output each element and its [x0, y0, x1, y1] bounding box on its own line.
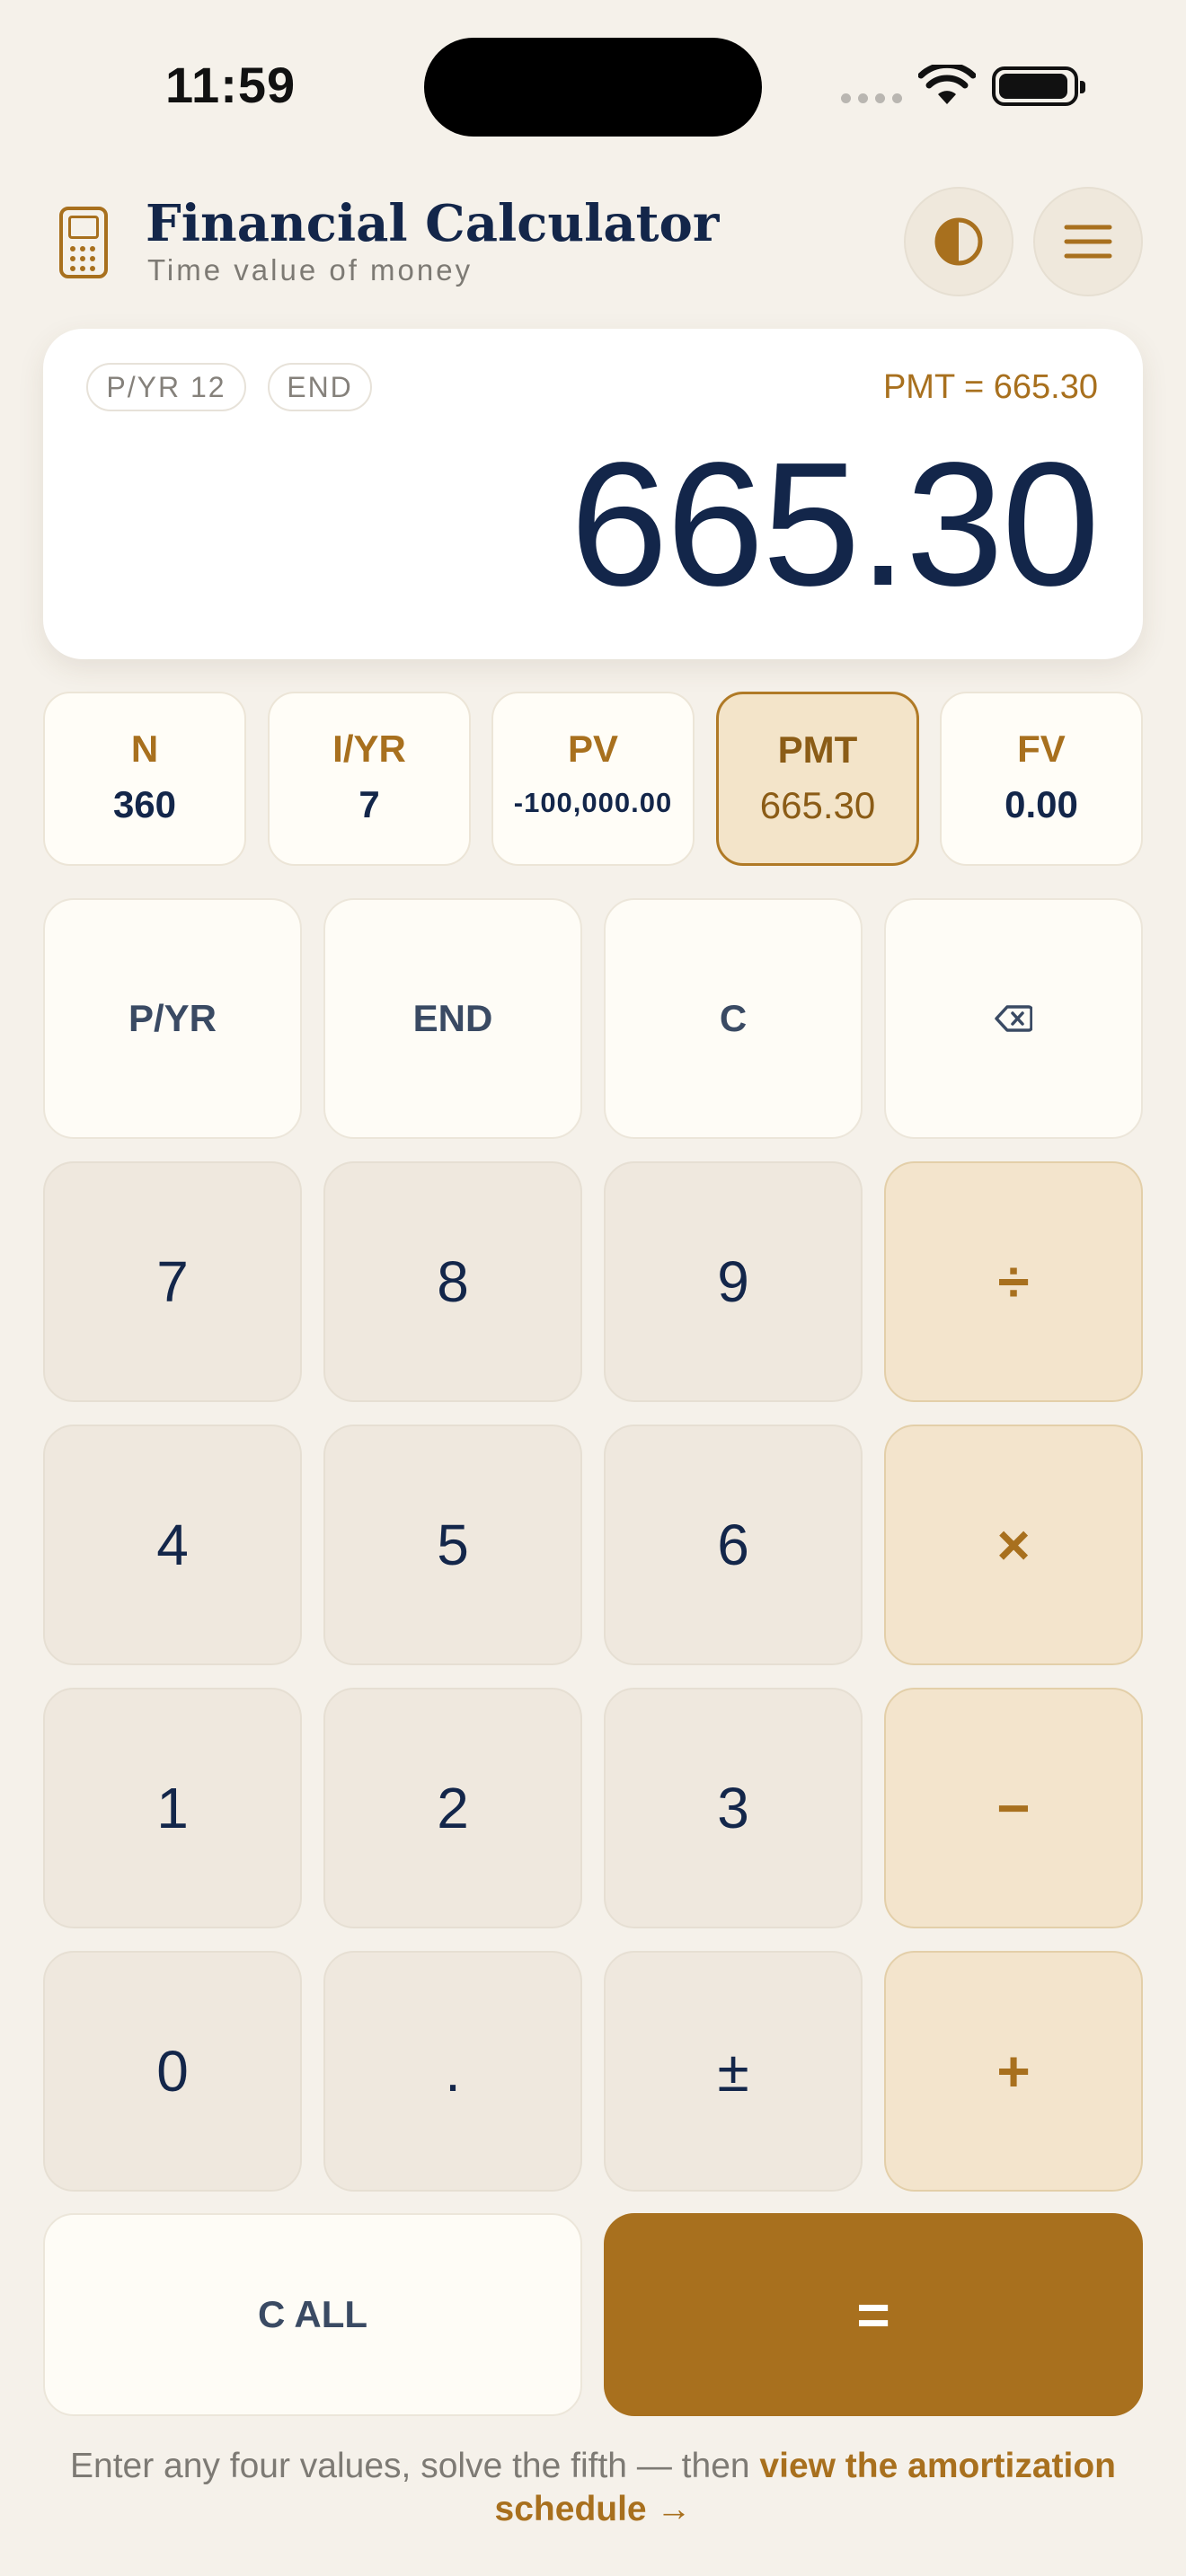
- theme-toggle-button[interactable]: [904, 187, 1013, 296]
- payment-timing-badge: END: [268, 363, 372, 411]
- register-label: PV: [567, 728, 619, 770]
- cellular-signal-icon: [841, 93, 902, 103]
- status-bar: 11:59: [0, 0, 1186, 171]
- app-subtitle: Time value of money: [147, 253, 474, 287]
- wifi-icon: [918, 65, 976, 104]
- battery-icon: [992, 66, 1085, 106]
- multiply-key[interactable]: ×: [884, 1425, 1143, 1665]
- register-pv[interactable]: PV -100,000.00: [491, 692, 695, 866]
- app-title: Financial Calculator: [146, 194, 720, 253]
- digit-1-key[interactable]: 1: [43, 1688, 302, 1928]
- display-expression: PMT = 665.30: [882, 368, 1098, 406]
- clear-key[interactable]: C: [604, 898, 863, 1139]
- register-pmt[interactable]: PMT 665.30: [716, 692, 919, 866]
- digit-9-key[interactable]: 9: [604, 1161, 863, 1402]
- status-time: 11:59: [165, 57, 296, 113]
- sign-toggle-key[interactable]: ±: [604, 1951, 863, 2192]
- register-n[interactable]: N 360: [43, 692, 246, 866]
- subtract-key[interactable]: −: [884, 1688, 1143, 1928]
- calculator-display: P/YR 12 END PMT = 665.30 665.30: [43, 329, 1143, 659]
- digit-0-key[interactable]: 0: [43, 1951, 302, 2192]
- register-value: 0.00: [1005, 783, 1078, 825]
- backspace-icon: [995, 1005, 1032, 1032]
- display-value: 665.30: [570, 426, 1100, 622]
- menu-button[interactable]: [1033, 187, 1143, 296]
- register-fv[interactable]: FV 0.00: [940, 692, 1143, 866]
- digit-8-key[interactable]: 8: [323, 1161, 582, 1402]
- digit-3-key[interactable]: 3: [604, 1688, 863, 1928]
- payment-timing-key[interactable]: END: [323, 898, 582, 1139]
- digit-2-key[interactable]: 2: [323, 1688, 582, 1928]
- add-key[interactable]: +: [884, 1951, 1143, 2192]
- decimal-point-key[interactable]: .: [323, 1951, 582, 2192]
- equals-button[interactable]: =: [604, 2213, 1143, 2416]
- register-i-yr[interactable]: I/YR 7: [268, 692, 471, 866]
- register-label: I/YR: [332, 728, 406, 770]
- register-label: N: [130, 728, 159, 770]
- backspace-key[interactable]: [884, 898, 1143, 1139]
- footer-text: Enter any four values, solve the fifth —…: [70, 2447, 760, 2485]
- digit-4-key[interactable]: 4: [43, 1425, 302, 1665]
- register-value: -100,000.00: [513, 787, 673, 818]
- contrast-icon: [934, 217, 983, 266]
- register-value: 360: [112, 783, 177, 825]
- divide-key[interactable]: ÷: [884, 1161, 1143, 1402]
- register-label: PMT: [777, 728, 858, 771]
- register-label: FV: [1017, 728, 1066, 770]
- hamburger-menu-icon: [1064, 225, 1112, 259]
- register-value: 7: [358, 783, 380, 825]
- digit-5-key[interactable]: 5: [323, 1425, 582, 1665]
- dynamic-island: [424, 38, 762, 137]
- register-value: 665.30: [759, 784, 876, 826]
- payments-per-year-key[interactable]: P/YR: [43, 898, 302, 1139]
- calculator-icon: [59, 207, 108, 278]
- payments-per-year-badge: P/YR 12: [86, 363, 246, 411]
- footer-hint: Enter any four values, solve the fifth —…: [36, 2445, 1150, 2531]
- clear-all-button[interactable]: C ALL: [43, 2213, 582, 2416]
- digit-7-key[interactable]: 7: [43, 1161, 302, 1402]
- digit-6-key[interactable]: 6: [604, 1425, 863, 1665]
